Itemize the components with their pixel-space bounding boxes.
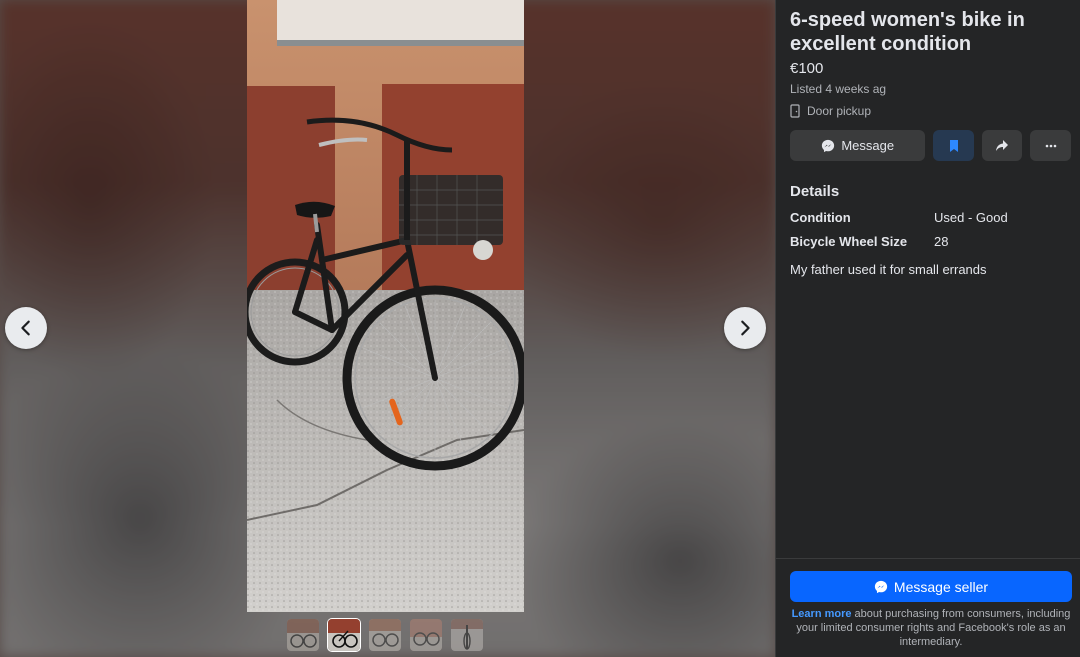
action-bar: Message — [790, 130, 1072, 161]
bookmark-icon — [949, 139, 958, 152]
details-heading: Details — [790, 183, 840, 200]
previous-photo-button[interactable] — [5, 307, 47, 349]
messenger-icon — [822, 139, 835, 152]
thumbnail-strip — [287, 619, 483, 651]
thumbnail-1[interactable] — [287, 619, 319, 651]
message-seller-label: Message seller — [893, 578, 989, 595]
learn-more-link[interactable]: Learn more — [792, 608, 852, 620]
listing-title: 6-speed women's bike in excellent condit… — [790, 9, 1025, 55]
share-button[interactable] — [981, 130, 1023, 161]
messenger-icon — [874, 580, 888, 593]
more-options-button[interactable] — [1030, 130, 1072, 161]
panel-footer: Message seller Learn more about purchasi… — [776, 558, 1080, 657]
media-viewer — [0, 0, 775, 657]
detail-row-wheel-size: Bicycle Wheel Size 28 — [790, 234, 1071, 250]
share-icon — [996, 139, 1009, 151]
pickup-label: Door pickup — [807, 104, 872, 118]
listing-price: €100 — [790, 60, 824, 77]
thumbnail-2[interactable] — [328, 619, 360, 651]
listing-description: My father used it for small errands — [790, 262, 987, 277]
door-icon — [790, 104, 800, 118]
listed-time: Listed 4 weeks ag — [790, 82, 887, 96]
save-button[interactable] — [933, 130, 974, 161]
more-icon — [1045, 144, 1057, 147]
listing-details-panel: 6-speed women's bike in excellent condit… — [775, 0, 1080, 657]
chevron-left-icon — [21, 320, 30, 336]
pickup-method: Door pickup — [790, 103, 1071, 119]
detail-row-condition: Condition Used - Good — [790, 210, 1071, 226]
message-seller-button[interactable]: Message seller — [790, 571, 1072, 602]
thumbnail-4[interactable] — [410, 619, 442, 651]
consumer-disclaimer: Learn more about purchasing from consume… — [790, 607, 1072, 649]
thumbnail-5[interactable] — [451, 619, 483, 651]
detail-value: 28 — [934, 234, 949, 249]
chevron-right-icon — [741, 320, 750, 336]
detail-key: Bicycle Wheel Size — [790, 234, 908, 249]
message-button-label: Message — [841, 138, 895, 153]
next-photo-button[interactable] — [724, 307, 766, 349]
detail-key: Condition — [790, 210, 851, 225]
thumbnail-3[interactable] — [369, 619, 401, 651]
listing-photo — [247, 0, 524, 612]
message-button[interactable]: Message — [790, 130, 926, 161]
detail-value: Used - Good — [934, 210, 1008, 225]
